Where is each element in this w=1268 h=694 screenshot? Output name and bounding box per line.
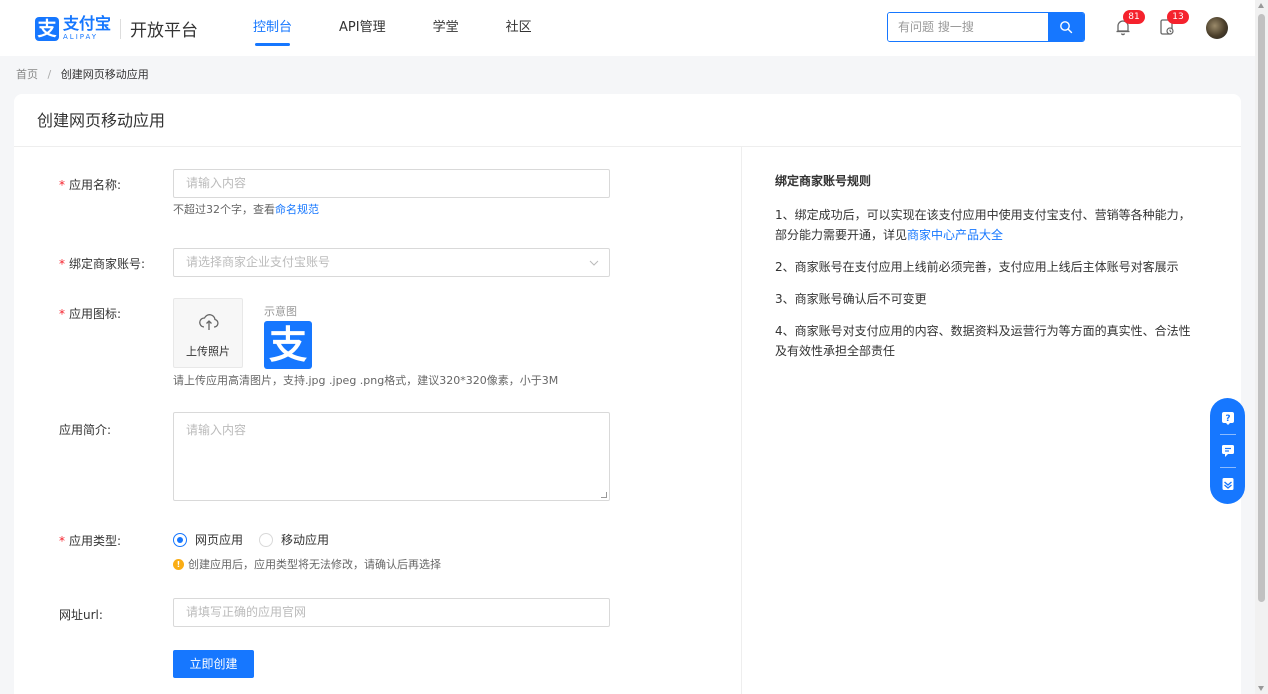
platform-name: 开放平台: [130, 21, 199, 41]
column-divider: [741, 147, 742, 694]
nav-api-management[interactable]: API管理: [339, 0, 386, 56]
page-scrollbar[interactable]: [1255, 0, 1268, 694]
sample-alipay-icon: 支: [264, 321, 312, 369]
alipay-logo-icon: 支: [35, 16, 59, 41]
chat-button[interactable]: [1220, 443, 1236, 459]
warning-icon: !: [173, 558, 184, 570]
app-icon-help: 请上传应用高清图片，支持.jpg .jpeg .png格式，建议320*320像…: [173, 374, 559, 387]
app-name-help-text: 不超过32个字，查看: [173, 203, 275, 216]
breadcrumb-home[interactable]: 首页: [16, 68, 38, 81]
merchant-account-label-text: 绑定商家账号:: [69, 257, 146, 271]
merchant-account-placeholder: 请选择商家企业支付宝账号: [186, 255, 331, 269]
scroll-down-icon[interactable]: [1258, 686, 1264, 691]
messages-badge: 13: [1167, 10, 1189, 24]
upload-cloud-icon: [199, 314, 219, 330]
merchant-account-label: * 绑定商家账号:: [59, 257, 146, 271]
upload-photo-label: 上传照片: [186, 345, 230, 358]
brand-en: ALIPAY: [63, 33, 99, 41]
page-title: 创建网页移动应用: [14, 94, 1241, 147]
avatar[interactable]: [1206, 17, 1228, 39]
app-type-warning-text: 创建应用后，应用类型将无法修改，请确认后再选择: [188, 558, 441, 571]
url-label: 网址url:: [59, 608, 103, 622]
rules-panel: 绑定商家账号规则 1、绑定成功后，可以实现在该支付应用中使用支付宝支付、营销等各…: [775, 172, 1195, 373]
rule-2: 2、商家账号在支付应用上线前必须完善，支付应用上线后主体账号对客展示: [775, 260, 1179, 274]
app-intro-label: 应用简介:: [59, 423, 112, 437]
search-button[interactable]: [1048, 13, 1084, 41]
app-type-label: * 应用类型:: [59, 534, 122, 548]
logo-divider: [120, 18, 122, 39]
feedback-icon: [1222, 478, 1233, 490]
messages-button[interactable]: 13: [1157, 10, 1189, 39]
notifications-badge: 81: [1123, 10, 1145, 24]
top-navbar: 支 支付宝 ALIPAY 开放平台 控制台 API管理 学堂 社区 81 13: [0, 0, 1255, 56]
upload-photo-button[interactable]: 上传照片: [173, 298, 243, 368]
app-type-warning: ! 创建应用后，应用类型将无法修改，请确认后再选择: [173, 556, 441, 572]
app-name-help: 不超过32个字，查看命名规范: [173, 201, 319, 217]
url-input[interactable]: 请填写正确的应用官网: [173, 598, 610, 627]
help-icon: ?: [1221, 412, 1234, 425]
app-type-label-text: 应用类型:: [69, 534, 122, 548]
app-intro-textarea[interactable]: 请输入内容: [173, 412, 610, 501]
breadcrumb-separator: /: [47, 68, 52, 81]
search-input[interactable]: [888, 13, 1048, 41]
sample-label: 示意图: [264, 305, 297, 318]
chevron-down-icon: [589, 260, 599, 266]
notifications-button[interactable]: 81: [1113, 10, 1145, 39]
app-name-label: * 应用名称:: [59, 178, 122, 192]
radio-mobile-app[interactable]: [259, 532, 274, 547]
toolbar-divider: [1219, 434, 1236, 435]
chat-icon: [1221, 445, 1234, 457]
create-button[interactable]: 立即创建: [173, 650, 254, 678]
rules-title: 绑定商家账号规则: [775, 174, 872, 188]
logo[interactable]: 支 支付宝 ALIPAY 开放平台: [35, 16, 198, 41]
app-intro-placeholder: 请输入内容: [186, 423, 247, 437]
svg-text:?: ?: [1225, 414, 1230, 424]
main-card: 创建网页移动应用 * 应用名称: 请输入内容 不超过32个字，查看命名规范 * 绑定…: [14, 94, 1241, 694]
merchant-account-select[interactable]: 请选择商家企业支付宝账号: [173, 248, 610, 277]
feedback-button[interactable]: [1220, 476, 1236, 492]
app-icon-label-text: 应用图标:: [69, 307, 122, 321]
radio-web-app-label[interactable]: 网页应用: [195, 531, 243, 548]
resize-handle-icon[interactable]: [601, 492, 607, 498]
breadcrumb-current: 创建网页移动应用: [60, 68, 149, 81]
app-name-label-text: 应用名称:: [69, 178, 122, 192]
naming-rules-link[interactable]: 命名规范: [275, 203, 319, 216]
radio-mobile-app-label[interactable]: 移动应用: [281, 531, 329, 548]
search-icon: [1060, 21, 1073, 34]
toolbar-divider: [1219, 467, 1236, 468]
merchant-products-link[interactable]: 商家中心产品大全: [907, 228, 1003, 242]
scroll-up-icon[interactable]: [1258, 3, 1264, 8]
main-nav: 控制台 API管理 学堂 社区: [253, 0, 579, 56]
app-type-radio-group: 网页应用 移动应用: [173, 531, 329, 548]
rule-3: 3、商家账号确认后不可变更: [775, 292, 927, 306]
nav-community[interactable]: 社区: [506, 0, 532, 56]
search-box: [887, 12, 1085, 42]
rule-4: 4、商家账号对支付应用的内容、数据资料及运营行为等方面的真实性、合法性及有效性承…: [775, 324, 1191, 358]
nav-academy[interactable]: 学堂: [433, 0, 459, 56]
breadcrumb: 首页 / 创建网页移动应用: [16, 66, 149, 82]
app-icon-label: * 应用图标:: [59, 307, 122, 321]
floating-toolbar: ?: [1210, 398, 1245, 504]
brand-cn: 支付宝: [63, 14, 112, 33]
app-name-input[interactable]: 请输入内容: [173, 169, 610, 198]
rule-1: 1、绑定成功后，可以实现在该支付应用中使用支付宝支付、营销等各种能力，部分能力需…: [775, 205, 1195, 245]
nav-console[interactable]: 控制台: [253, 0, 292, 56]
logo-brand: 支付宝 ALIPAY: [63, 16, 111, 41]
scroll-thumb[interactable]: [1258, 14, 1265, 602]
help-button[interactable]: ?: [1220, 410, 1236, 426]
radio-web-app[interactable]: [173, 532, 187, 547]
